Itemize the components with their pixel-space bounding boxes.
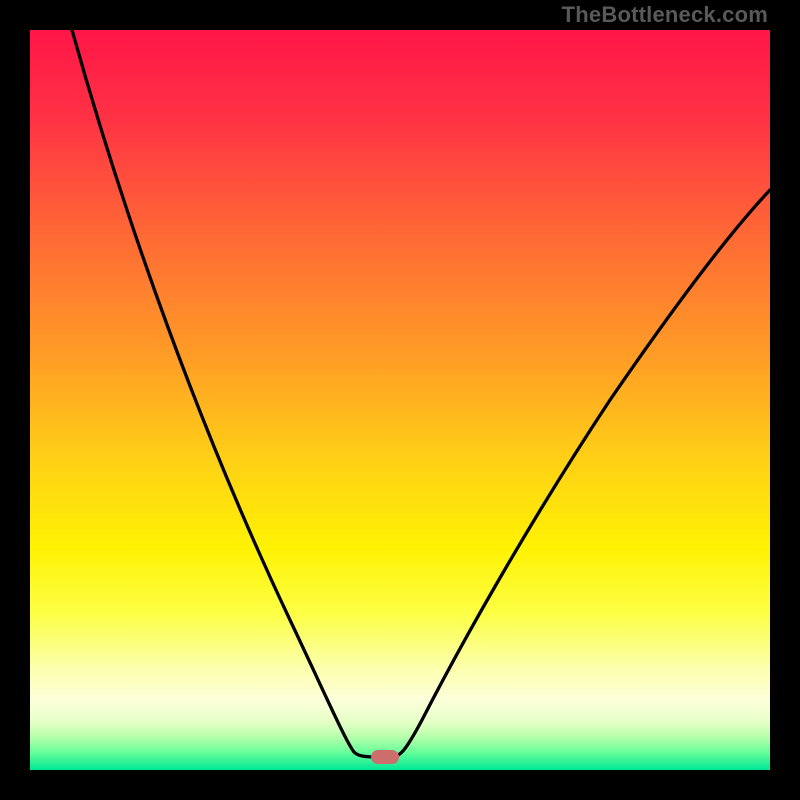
- bottleneck-curve: [30, 30, 770, 770]
- plot-area: [30, 30, 770, 770]
- optimal-point-marker: [371, 750, 399, 764]
- chart-container: TheBottleneck.com: [0, 0, 800, 800]
- watermark-text: TheBottleneck.com: [562, 2, 768, 28]
